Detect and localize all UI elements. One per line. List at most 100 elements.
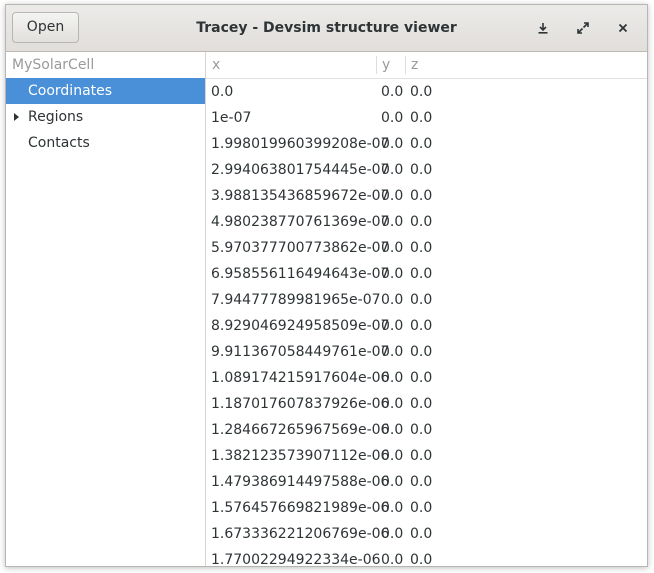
cell-z: 0.0: [410, 370, 433, 386]
cell-x: 3.988135436859672e-07: [211, 188, 390, 204]
cell-x: 1.382123573907112e-06: [211, 448, 390, 464]
cell-y: 0.0: [381, 344, 404, 360]
table-row[interactable]: 3.988135436859672e-07 0.0 0.0: [206, 183, 647, 209]
cell-z: 0.0: [410, 214, 433, 230]
cell-z: 0.0: [410, 474, 433, 490]
cell-x: 1.77002294922334e-06: [211, 552, 381, 566]
cell-z: 0.0: [410, 396, 433, 412]
cell-x: 0.0: [211, 84, 234, 100]
cell-y: 0.0: [381, 292, 404, 308]
cell-y: 0.0: [381, 448, 404, 464]
cell-y: 0.0: [381, 474, 404, 490]
cell-z: 0.0: [410, 552, 433, 566]
cell-z: 0.0: [410, 500, 433, 516]
maximize-icon[interactable]: [572, 17, 594, 39]
cell-z: 0.0: [410, 422, 433, 438]
header-bar: Open Tracey - Devsim structure viewer: [6, 5, 647, 52]
cell-x: 1.576457669821989e-06: [211, 500, 390, 516]
cell-y: 0.0: [381, 552, 404, 566]
cell-z: 0.0: [410, 448, 433, 464]
cell-x: 1.998019960399208e-07: [211, 136, 390, 152]
tree-root-mysolarcell[interactable]: MySolarCell: [6, 52, 205, 78]
table-row[interactable]: 4.980238770761369e-07 0.0 0.0: [206, 209, 647, 235]
table-row[interactable]: 1.998019960399208e-07 0.0 0.0: [206, 131, 647, 157]
column-separator: [405, 56, 406, 74]
table-row[interactable]: 1.673336221206769e-06 0.0 0.0: [206, 521, 647, 547]
table-body: 0.0 0.0 0.0 1e-07 0.0 0.0 1.998019960399208e-0…: [206, 79, 647, 566]
coordinates-table: x y z 0.0 0.0 0.0 1e-07 0.0 0.0 1.998019960399…: [206, 52, 647, 566]
tree-item-contacts[interactable]: Contacts: [6, 130, 205, 156]
table-row[interactable]: 1.382123573907112e-06 0.0 0.0: [206, 443, 647, 469]
cell-y: 0.0: [381, 110, 404, 126]
cell-x: 6.958556116494643e-07: [211, 266, 390, 282]
table-row[interactable]: 8.929046924958509e-07 0.0 0.0: [206, 313, 647, 339]
table-row[interactable]: 1.77002294922334e-06 0.0 0.0: [206, 547, 647, 566]
column-separator: [376, 56, 377, 74]
table-row[interactable]: 0.0 0.0 0.0: [206, 79, 647, 105]
table-header: x y z: [206, 52, 647, 79]
cell-y: 0.0: [381, 214, 404, 230]
table-row[interactable]: 2.994063801754445e-07 0.0 0.0: [206, 157, 647, 183]
cell-x: 1.479386914497588e-06: [211, 474, 390, 490]
table-row[interactable]: 1e-07 0.0 0.0: [206, 105, 647, 131]
column-header-y[interactable]: y: [382, 52, 390, 78]
cell-x: 7.94477789981965e-07: [211, 292, 381, 308]
cell-y: 0.0: [381, 500, 404, 516]
cell-y: 0.0: [381, 318, 404, 334]
cell-x: 2.994063801754445e-07: [211, 162, 390, 178]
cell-z: 0.0: [410, 136, 433, 152]
cell-y: 0.0: [381, 396, 404, 412]
app-window: Open Tracey - Devsim structure viewer My…: [5, 4, 648, 567]
table-row[interactable]: 9.911367058449761e-07 0.0 0.0: [206, 339, 647, 365]
cell-z: 0.0: [410, 110, 433, 126]
expander-arrow-icon[interactable]: [13, 104, 23, 130]
cell-y: 0.0: [381, 266, 404, 282]
cell-z: 0.0: [410, 188, 433, 204]
cell-y: 0.0: [381, 162, 404, 178]
column-header-x[interactable]: x: [212, 52, 220, 78]
cell-z: 0.0: [410, 344, 433, 360]
cell-x: 1e-07: [211, 110, 252, 126]
table-row[interactable]: 1.089174215917604e-06 0.0 0.0: [206, 365, 647, 391]
cell-y: 0.0: [381, 136, 404, 152]
cell-y: 0.0: [381, 84, 404, 100]
table-row[interactable]: 1.479386914497588e-06 0.0 0.0: [206, 469, 647, 495]
cell-x: 9.911367058449761e-07: [211, 344, 390, 360]
column-header-z[interactable]: z: [411, 52, 418, 78]
table-row[interactable]: 1.187017607837926e-06 0.0 0.0: [206, 391, 647, 417]
table-row[interactable]: 7.94477789981965e-07 0.0 0.0: [206, 287, 647, 313]
open-button[interactable]: Open: [12, 12, 79, 43]
cell-z: 0.0: [410, 318, 433, 334]
table-row[interactable]: 5.970377700773862e-07 0.0 0.0: [206, 235, 647, 261]
cell-z: 0.0: [410, 526, 433, 542]
table-row[interactable]: 1.576457669821989e-06 0.0 0.0: [206, 495, 647, 521]
tree-item-regions[interactable]: Regions: [6, 104, 205, 130]
cell-z: 0.0: [410, 266, 433, 282]
cell-z: 0.0: [410, 162, 433, 178]
cell-x: 1.673336221206769e-06: [211, 526, 390, 542]
table-row[interactable]: 1.284667265967569e-06 0.0 0.0: [206, 417, 647, 443]
download-icon[interactable]: [532, 17, 554, 39]
tree-item-label: Coordinates: [28, 83, 113, 99]
cell-z: 0.0: [410, 84, 433, 100]
window-title: Tracey - Devsim structure viewer: [196, 20, 457, 36]
cell-y: 0.0: [381, 422, 404, 438]
cell-y: 0.0: [381, 526, 404, 542]
cell-y: 0.0: [381, 370, 404, 386]
tree-sidebar: MySolarCell Coordinates Regions Contacts: [6, 52, 206, 566]
cell-x: 4.980238770761369e-07: [211, 214, 390, 230]
table-row[interactable]: 6.958556116494643e-07 0.0 0.0: [206, 261, 647, 287]
cell-y: 0.0: [381, 188, 404, 204]
cell-y: 0.0: [381, 240, 404, 256]
cell-z: 0.0: [410, 292, 433, 308]
tree-item-label: Contacts: [28, 135, 90, 151]
cell-x: 8.929046924958509e-07: [211, 318, 390, 334]
cell-x: 1.089174215917604e-06: [211, 370, 390, 386]
cell-z: 0.0: [410, 240, 433, 256]
cell-x: 5.970377700773862e-07: [211, 240, 390, 256]
cell-x: 1.284667265967569e-06: [211, 422, 390, 438]
close-icon[interactable]: [612, 17, 634, 39]
tree-item-coordinates[interactable]: Coordinates: [6, 78, 205, 104]
tree-item-label: Regions: [28, 109, 84, 125]
cell-x: 1.187017607837926e-06: [211, 396, 390, 412]
